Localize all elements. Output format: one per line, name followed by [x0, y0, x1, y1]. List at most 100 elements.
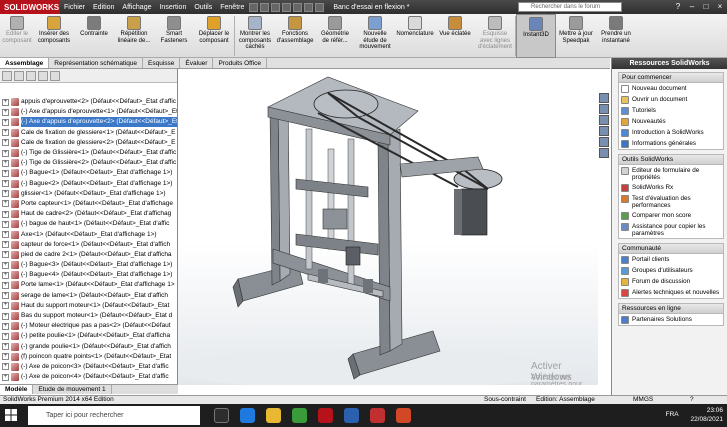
expand-icon[interactable]: +: [2, 210, 9, 218]
task-pane-link[interactable]: Assistance pour copier les paramètres: [619, 221, 723, 238]
tree-row[interactable]: + appuis d'eprouvette<2> (Défaut<<Défaut>…: [0, 97, 177, 107]
ribbon-button[interactable]: Géométrie de référ...: [315, 14, 355, 58]
tree-row[interactable]: + capteur de force<1> (Défaut<<Défaut>_Et…: [0, 240, 177, 250]
expand-icon[interactable]: +: [2, 343, 9, 351]
task-pane-link[interactable]: Groupes d'utilisateurs: [619, 265, 723, 276]
tree-row[interactable]: + glissier<1> (Défaut<<Défaut>_Etat d'aff…: [0, 189, 177, 199]
expand-icon[interactable]: +: [2, 261, 9, 269]
expand-icon[interactable]: +: [2, 373, 9, 381]
tree-row[interactable]: + serage de lame<1> (Défaut<<Défaut>_Etat…: [0, 291, 177, 301]
tree-row[interactable]: + Porte lame<1> (Défaut<<Défaut>_Etat d'a…: [0, 280, 177, 290]
tree-row[interactable]: + (-) Bague<2> (Défaut<<Défaut>_Etat d'af…: [0, 179, 177, 189]
tab-model[interactable]: Modèle: [0, 385, 34, 394]
tree-row[interactable]: + (-) Axe de poicon<4> (Défaut<<Défaut>_E…: [0, 372, 177, 382]
property-manager-icon[interactable]: [14, 70, 24, 81]
expand-icon[interactable]: +: [2, 322, 9, 330]
menu-item[interactable]: Fichier: [60, 4, 89, 11]
pdf-icon[interactable]: [370, 408, 385, 423]
taskbar-search-input[interactable]: Taper ici pour rechercher: [28, 406, 200, 425]
system-tray[interactable]: FRA 23:06 22/08/2021: [666, 406, 723, 424]
menu-item[interactable]: Edition: [89, 4, 118, 11]
rebuild-icon[interactable]: [304, 2, 314, 12]
design-library-icon[interactable]: [599, 104, 609, 114]
ribbon-button[interactable]: Déplacer le composant: [194, 14, 234, 58]
print-icon[interactable]: [282, 2, 292, 12]
tree-row[interactable]: + (f) poincon quatre points<1> (Défaut<<D…: [0, 352, 177, 362]
tree-row[interactable]: + (-) Tige de Glissière<2> (Défaut<<Défau…: [0, 158, 177, 168]
task-pane-group-title[interactable]: Communauté: [619, 244, 723, 254]
tree-row[interactable]: + (-) Axe d'appuis d'eprouvette<2> (Défau…: [0, 117, 177, 128]
task-view-icon[interactable]: [214, 408, 229, 423]
expand-icon[interactable]: +: [2, 251, 9, 259]
ribbon-button[interactable]: Mettre à jour Speedpak: [556, 14, 596, 58]
task-pane-link[interactable]: Introduction à SolidWorks: [619, 127, 723, 138]
expand-icon[interactable]: +: [2, 231, 9, 239]
task-pane-link[interactable]: Partenaires Solutions: [619, 314, 723, 325]
menu-item[interactable]: Fenêtre: [216, 4, 248, 11]
undo-icon[interactable]: [293, 2, 303, 12]
ribbon-button[interactable]: Nouvelle étude de mouvement: [355, 14, 395, 58]
expand-icon[interactable]: +: [2, 180, 9, 188]
menu-item[interactable]: Affichage: [118, 4, 155, 11]
resources-tab-icon[interactable]: [599, 93, 609, 103]
tree-row[interactable]: + Porte capteur<1> (Défaut<<Défaut>_Etat …: [0, 199, 177, 209]
feature-tree-icon[interactable]: [2, 70, 12, 81]
expand-icon[interactable]: +: [2, 149, 9, 157]
tab-motion-study[interactable]: Etude de mouvement 1: [33, 385, 112, 394]
tab-3[interactable]: Évaluer: [180, 58, 214, 68]
ribbon-button[interactable]: Nomenclature: [395, 14, 435, 58]
minimize-button[interactable]: –: [685, 0, 699, 14]
tab-4[interactable]: Produits Office: [213, 58, 267, 68]
edge-icon[interactable]: [240, 408, 255, 423]
ribbon-button[interactable]: Smart Fasteners: [154, 14, 194, 58]
expand-icon[interactable]: +: [2, 159, 9, 167]
status-help[interactable]: ?: [690, 396, 694, 404]
file-explorer-icon[interactable]: [599, 115, 609, 125]
tree-row[interactable]: + Cale de fixation de glessiere<1> (Défau…: [0, 128, 177, 138]
ribbon-button[interactable]: Contrainte: [74, 14, 114, 58]
help-button[interactable]: ?: [671, 0, 685, 14]
file-explorer-taskbar-icon[interactable]: [266, 408, 281, 423]
expand-icon[interactable]: +: [2, 129, 9, 137]
ribbon-button[interactable]: Montrer les composants cachés: [235, 14, 275, 58]
expand-icon[interactable]: +: [2, 292, 9, 300]
task-pane-link[interactable]: Test d'évaluation des performances: [619, 193, 723, 210]
maximize-button[interactable]: □: [699, 0, 713, 14]
word-icon[interactable]: [344, 408, 359, 423]
task-pane-link[interactable]: Editeur de formulaire de propriétés: [619, 165, 723, 182]
dim-xpert-icon[interactable]: [38, 70, 48, 81]
tree-row[interactable]: + (-) bague de haut<1> (Défaut<<Défaut>_E…: [0, 219, 177, 229]
expand-icon[interactable]: +: [2, 363, 9, 371]
ribbon-button[interactable]: Insérer des composants: [34, 14, 74, 58]
task-pane-link[interactable]: Ouvrir un document: [619, 94, 723, 105]
appearances-icon[interactable]: [599, 137, 609, 147]
display-manager-icon[interactable]: [50, 70, 60, 81]
search-input[interactable]: Rechercher dans le forum communautaire: [518, 2, 622, 19]
custom-properties-icon[interactable]: [599, 148, 609, 158]
task-pane-link[interactable]: SolidWorks Rx: [619, 182, 723, 193]
tree-row[interactable]: + (-) Axe d'appuis d'eprouvette<1> (Défau…: [0, 107, 177, 117]
tree-row[interactable]: + (-) Moteur electrique pas a pas<2> (Déf…: [0, 321, 177, 331]
tree-row[interactable]: + Axe<1> (Défaut<<Défaut>_Etat d'affichag…: [0, 229, 177, 239]
task-pane-link[interactable]: Nouveau document: [619, 83, 723, 94]
open-file-icon[interactable]: [260, 2, 270, 12]
tree-row[interactable]: + (-) Bague<3> (Défaut<<Défaut>_Etat d'af…: [0, 260, 177, 270]
task-pane-link[interactable]: Portail clients: [619, 254, 723, 265]
close-button[interactable]: ×: [713, 0, 727, 14]
assembly-model[interactable]: [178, 69, 598, 385]
tree-row[interactable]: + (-) Tige de Glissière<1> (Défaut<<Défau…: [0, 148, 177, 158]
ribbon-button[interactable]: Prendre un instantané: [596, 14, 636, 58]
expand-icon[interactable]: +: [2, 190, 9, 198]
status-units[interactable]: MMGS: [633, 396, 653, 404]
expand-icon[interactable]: +: [2, 108, 9, 116]
language-indicator[interactable]: FRA: [666, 406, 679, 424]
expand-icon[interactable]: +: [2, 302, 9, 310]
tree-row[interactable]: + (-) Bague<1> (Défaut<<Défaut>_Etat d'af…: [0, 168, 177, 178]
expand-icon[interactable]: +: [2, 241, 9, 249]
expand-icon[interactable]: +: [2, 200, 9, 208]
windows-start-icon[interactable]: [5, 409, 17, 421]
expand-icon[interactable]: +: [2, 271, 9, 279]
expand-icon[interactable]: +: [2, 220, 9, 228]
options-icon[interactable]: [315, 2, 325, 12]
task-pane-link[interactable]: Nouveautés: [619, 116, 723, 127]
